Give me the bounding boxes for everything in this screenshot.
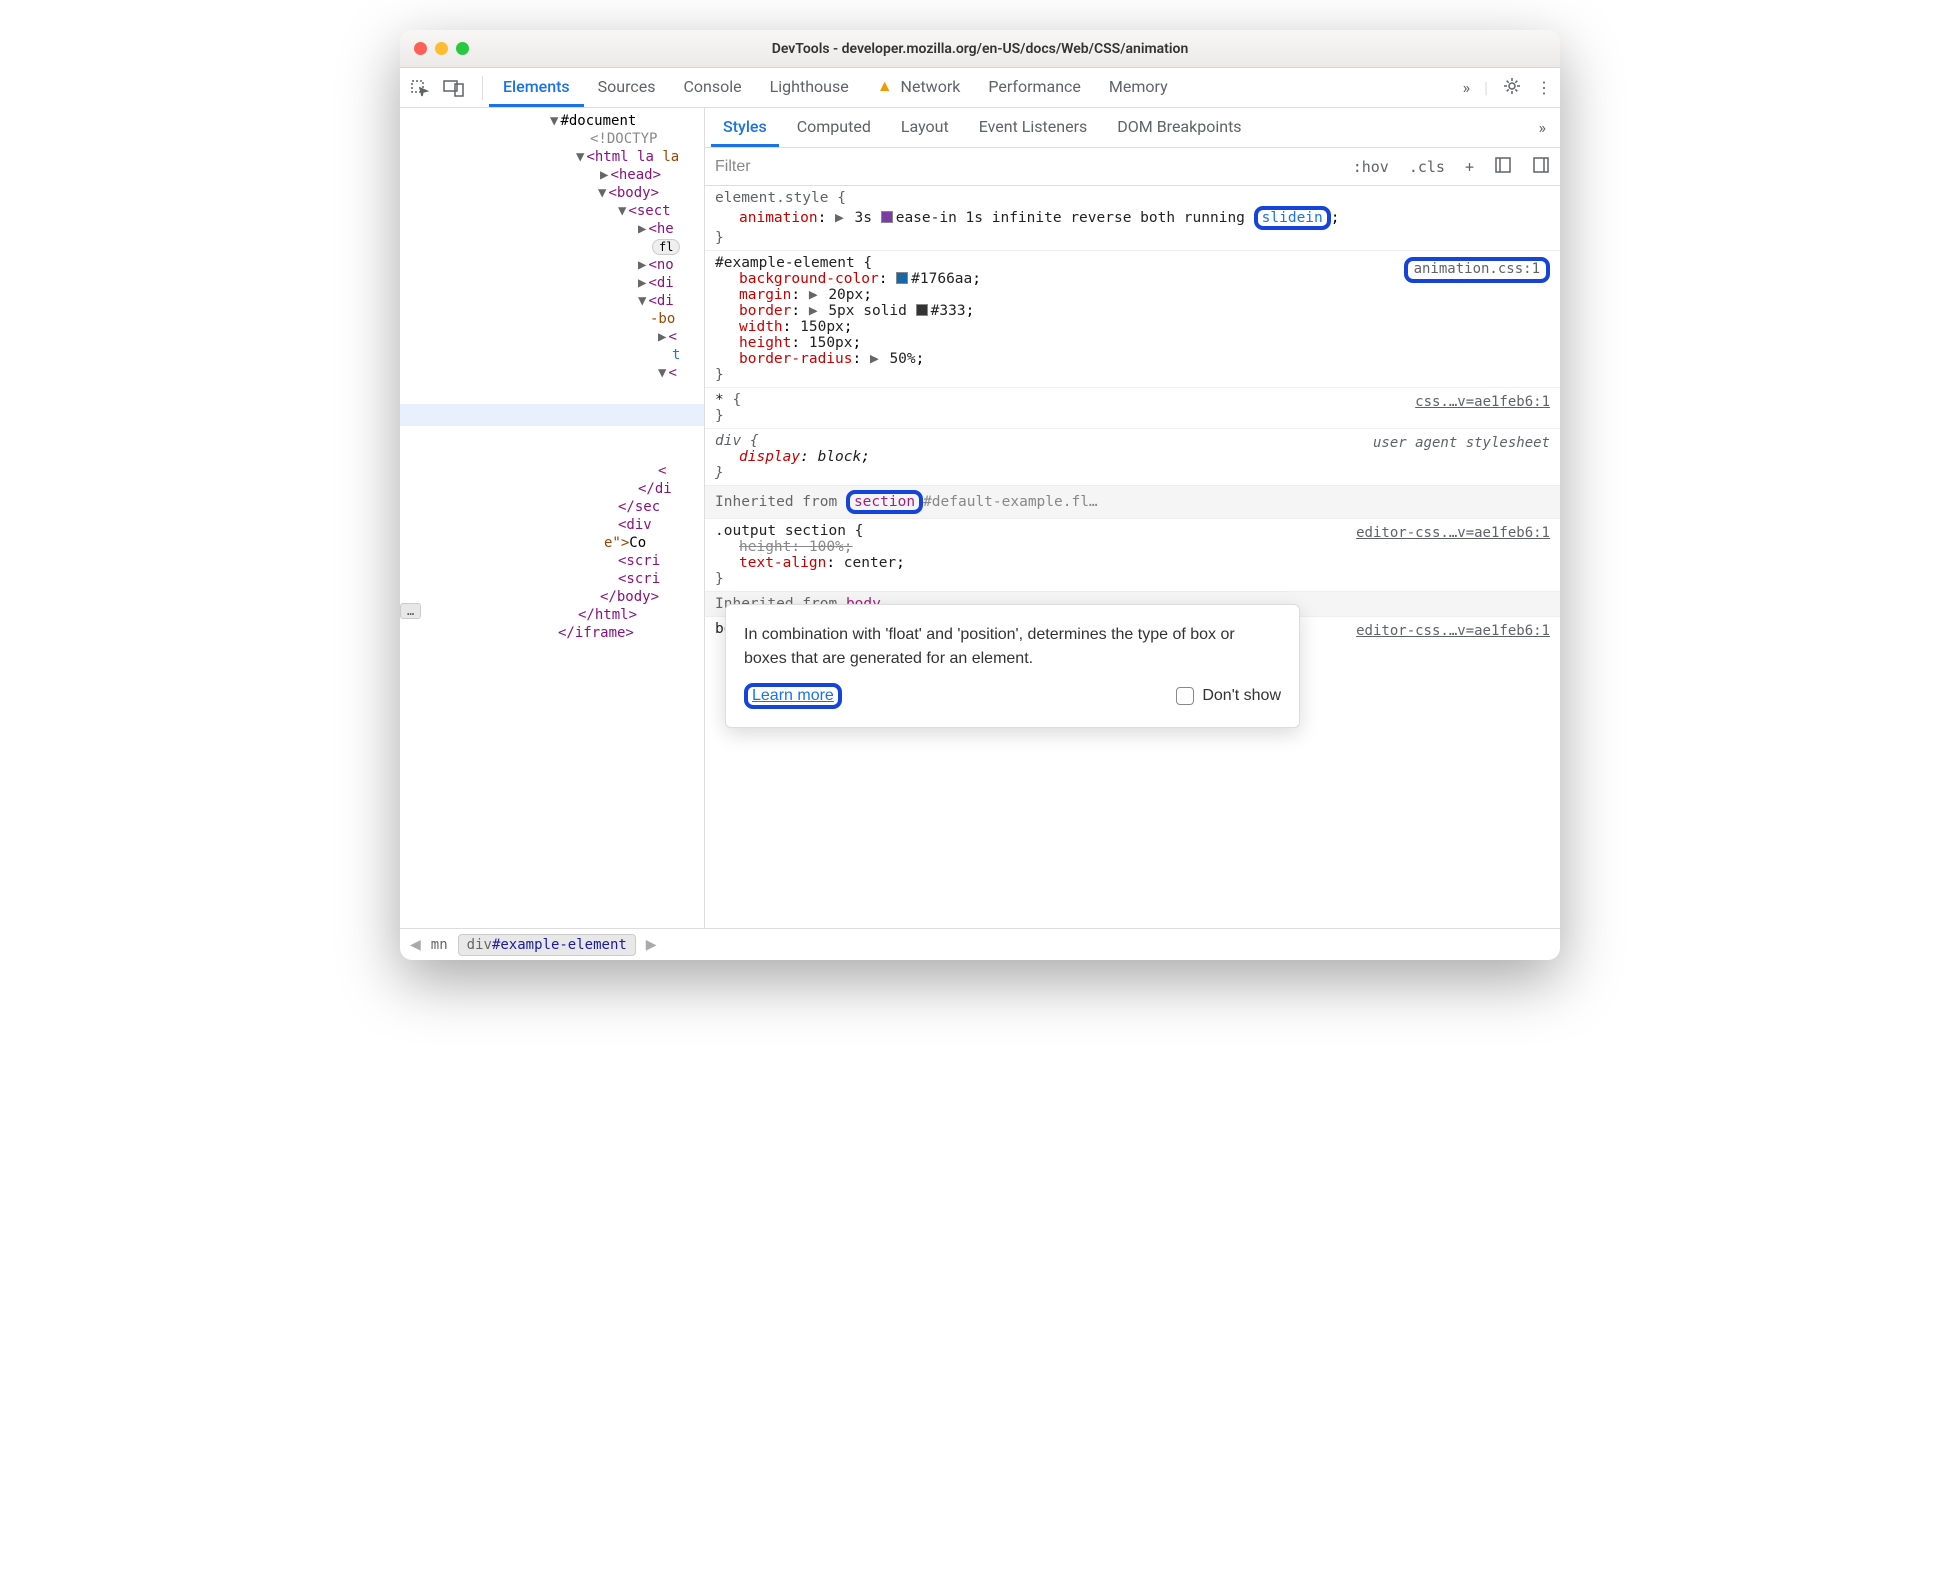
dom-tree[interactable]: ▼#document <!DOCTYP ▼<html la la ▶<head>…: [400, 108, 705, 928]
tooltip-text: In combination with 'float' and 'positio…: [744, 623, 1281, 671]
rule-output-section[interactable]: editor-css.…v=ae1feb6:1 .output section …: [705, 519, 1560, 592]
sub-tab-styles[interactable]: Styles: [711, 108, 779, 147]
checkbox-icon: [1176, 687, 1194, 705]
source-link[interactable]: editor-css.…v=ae1feb6:1: [1356, 623, 1550, 639]
kebab-icon[interactable]: ⋮: [1536, 78, 1552, 97]
toolbar-right: » | ⋮: [1463, 76, 1552, 100]
source-link[interactable]: editor-css.…v=ae1feb6:1: [1356, 525, 1550, 541]
filter-bar: :hov .cls +: [705, 148, 1560, 186]
devtools-window: DevTools - developer.mozilla.org/en-US/d…: [400, 30, 1560, 960]
computed-toggle-icon[interactable]: [1484, 156, 1522, 178]
close-icon[interactable]: [414, 42, 427, 55]
learn-more-link[interactable]: Learn more: [752, 687, 834, 704]
source-link[interactable]: css.…v=ae1feb6:1: [1415, 394, 1550, 410]
main-panels: ▼#document <!DOCTYP ▼<html la la ▶<head>…: [400, 108, 1560, 928]
main-tabs: Elements Sources Console Lighthouse ▲Net…: [489, 68, 1182, 107]
hov-button[interactable]: :hov: [1343, 158, 1399, 176]
tab-performance[interactable]: Performance: [974, 68, 1095, 107]
rule-example-element[interactable]: animation.css:1 #example-element { backg…: [705, 251, 1560, 388]
chevron-left-icon[interactable]: ◀: [410, 937, 421, 953]
traffic-lights: [414, 42, 469, 55]
tab-network[interactable]: ▲Network: [863, 68, 975, 107]
rule-div-ua[interactable]: user agent stylesheet div { display: blo…: [705, 429, 1560, 486]
sub-tab-dom-breakpoints[interactable]: DOM Breakpoints: [1105, 108, 1253, 147]
new-rule-button[interactable]: +: [1455, 158, 1484, 176]
main-toolbar: Elements Sources Console Lighthouse ▲Net…: [400, 68, 1560, 108]
minimize-icon[interactable]: [435, 42, 448, 55]
device-mode-icon[interactable]: [442, 76, 466, 100]
breadcrumb-selected[interactable]: div#example-element: [458, 934, 636, 956]
dont-show-checkbox[interactable]: Don't show: [1176, 687, 1281, 705]
highlight-source: animation.css:1: [1404, 257, 1550, 283]
more-tabs-icon[interactable]: »: [1463, 78, 1471, 97]
css-rules[interactable]: element.style { animation: ▶ 3s ease-in …: [705, 186, 1560, 928]
tab-console[interactable]: Console: [670, 68, 756, 107]
source-link[interactable]: animation.css:1: [1404, 257, 1550, 283]
maximize-icon[interactable]: [456, 42, 469, 55]
overflow-badge[interactable]: …: [400, 603, 421, 619]
cls-button[interactable]: .cls: [1399, 158, 1455, 176]
title-bar: DevTools - developer.mozilla.org/en-US/d…: [400, 30, 1560, 68]
property-tooltip: In combination with 'float' and 'positio…: [725, 604, 1300, 728]
styles-pane: Styles Computed Layout Event Listeners D…: [705, 108, 1560, 928]
layout-panel-icon[interactable]: [1522, 156, 1560, 178]
highlight-inherit-section: section: [846, 490, 923, 514]
tab-memory[interactable]: Memory: [1095, 68, 1182, 107]
tab-elements[interactable]: Elements: [489, 68, 584, 107]
more-sub-tabs-icon[interactable]: »: [1531, 118, 1555, 137]
chevron-right-icon[interactable]: ▶: [646, 937, 657, 953]
window-title: DevTools - developer.mozilla.org/en-US/d…: [400, 41, 1560, 57]
sub-tab-computed[interactable]: Computed: [785, 108, 883, 147]
warning-icon: ▲: [877, 76, 893, 96]
styles-filter-input[interactable]: [705, 148, 1343, 185]
tab-sources[interactable]: Sources: [584, 68, 670, 107]
sub-tab-layout[interactable]: Layout: [889, 108, 961, 147]
sub-tab-event-listeners[interactable]: Event Listeners: [967, 108, 1100, 147]
styles-sub-tabs: Styles Computed Layout Event Listeners D…: [705, 108, 1560, 148]
rule-element-style[interactable]: element.style { animation: ▶ 3s ease-in …: [705, 186, 1560, 251]
highlight-animation-name: slidein: [1254, 206, 1331, 230]
rule-star[interactable]: css.…v=ae1feb6:1 * { }: [705, 388, 1560, 429]
inherited-from-section: Inherited from section#default-example.f…: [705, 486, 1560, 519]
breadcrumb-bar[interactable]: ◀ mn div#example-element ▶: [400, 928, 1560, 960]
tab-lighthouse[interactable]: Lighthouse: [756, 68, 863, 107]
inspect-icon[interactable]: [408, 76, 432, 100]
gear-icon[interactable]: [1502, 76, 1522, 100]
highlight-learn-more: Learn more: [744, 683, 842, 709]
ua-stylesheet-label: user agent stylesheet: [1373, 435, 1550, 451]
